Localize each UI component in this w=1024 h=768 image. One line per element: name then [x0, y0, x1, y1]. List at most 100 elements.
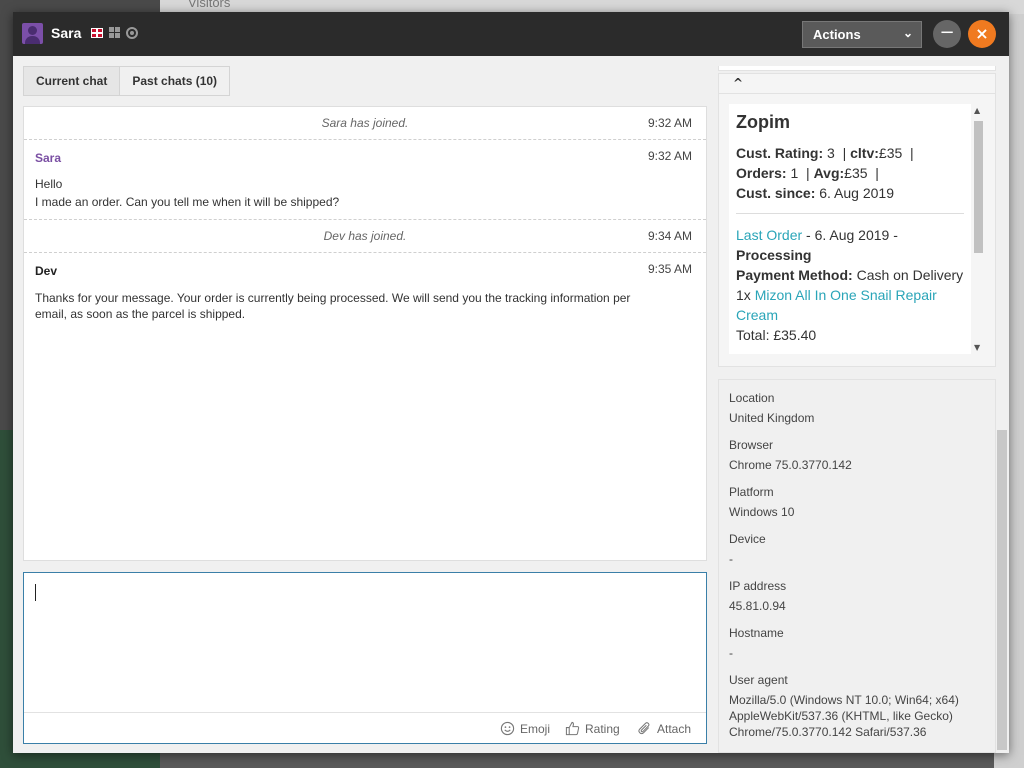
panel-scrollbar[interactable]	[997, 430, 1007, 750]
message-author: Dev	[35, 264, 58, 278]
visitor-info-panel: Location United Kingdom Browser Chrome 7…	[718, 379, 996, 753]
emoji-label: Emoji	[520, 722, 551, 736]
last-order-link[interactable]: Last Order	[736, 227, 802, 243]
chat-dialog: Sara Actions ⌄ − × Current chat Past cha…	[13, 12, 1009, 753]
ip-value: 45.81.0.94	[729, 599, 786, 613]
browser-label: Browser	[729, 438, 774, 452]
close-button[interactable]: ×	[968, 20, 996, 48]
user-agent-field: User agent Mozilla/5.0 (Windows NT 10.0;…	[729, 673, 979, 740]
orders-label: Orders:	[736, 165, 787, 181]
right-panel-top	[718, 66, 996, 71]
message-text: Thanks for your message. Your order is c…	[35, 291, 631, 321]
avg-label: Avg:	[813, 165, 845, 181]
browser-field: Browser Chrome 75.0.3770.142	[729, 438, 852, 473]
message-time: 9:34 AM	[647, 229, 692, 243]
zopim-scrollbar[interactable]: ▲ ▼	[971, 104, 985, 354]
order-status-value: Processing	[736, 247, 812, 263]
payment-value: Cash on Delivery	[856, 267, 964, 283]
emoji-button[interactable]: Emoji	[500, 721, 550, 736]
chevron-up-icon[interactable]: ^	[733, 76, 743, 90]
avatar	[22, 23, 43, 44]
chat-tabs: Current chat Past chats (10)	[23, 66, 231, 96]
smiley-icon	[500, 721, 515, 736]
ip-label: IP address	[729, 579, 787, 593]
cltv-label: cltv:	[850, 145, 879, 161]
device-value: -	[729, 552, 733, 566]
scroll-up-icon[interactable]: ▲	[974, 106, 980, 115]
cust-rating-value: 3	[827, 145, 835, 161]
location-value: United Kingdom	[729, 411, 815, 425]
composer-toolbar: Emoji Rating Attach	[24, 712, 706, 743]
message-time: 9:32 AM	[647, 149, 692, 163]
agent-message: Dev 9:35 AM Thanks for your message. You…	[24, 253, 706, 330]
chevron-down-icon: ⌄	[902, 26, 913, 40]
cust-since-value: 6. Aug 2019	[819, 185, 894, 201]
zopim-content: Zopim Cust. Rating: 3 | cltv:£35 | Order…	[736, 112, 966, 345]
system-message: Sara has joined. 9:32 AM	[24, 107, 706, 140]
system-text: Dev has joined.	[323, 229, 407, 243]
tab-current-chat[interactable]: Current chat	[23, 66, 121, 96]
last-order-line: Last Order - 6. Aug 2019 -	[736, 225, 966, 245]
message-time: 9:35 AM	[647, 262, 692, 276]
device-label: Device	[729, 532, 766, 546]
cust-since-label: Cust. since:	[736, 185, 816, 201]
product-link[interactable]: Mizon All In One Snail Repair Cream	[736, 287, 937, 323]
rating-button[interactable]: Rating	[565, 721, 620, 736]
platform-value: Windows 10	[729, 505, 795, 519]
paperclip-icon	[638, 722, 650, 735]
background-title: Visitors	[188, 0, 231, 10]
text-caret	[35, 584, 36, 601]
zopim-title: Zopim	[736, 112, 790, 132]
actions-dropdown[interactable]: Actions ⌄	[802, 21, 922, 48]
system-message: Dev has joined. 9:34 AM	[24, 220, 706, 253]
hostname-value: -	[729, 646, 733, 660]
attach-button[interactable]: Attach	[637, 721, 691, 736]
hostname-label: Hostname	[729, 626, 784, 640]
actions-label: Actions	[813, 27, 861, 42]
hostname-field: Hostname -	[729, 626, 784, 661]
visitor-name: Sara	[51, 25, 82, 41]
order-status: Processing	[736, 245, 966, 265]
message-author: Sara	[35, 151, 62, 165]
tab-past-chats[interactable]: Past chats (10)	[120, 66, 231, 96]
item-qty: 1x	[736, 287, 755, 303]
cltv-value: £35	[878, 145, 903, 161]
payment-label: Payment Method:	[736, 267, 853, 283]
zopim-orders-line: Orders: 1 | Avg:£35 |	[736, 165, 879, 181]
user-agent-value: Mozilla/5.0 (Windows NT 10.0; Win64; x64…	[729, 693, 959, 739]
zopim-widget[interactable]: Zopim Cust. Rating: 3 | cltv:£35 | Order…	[729, 104, 985, 354]
uk-flag-icon	[91, 28, 103, 38]
order-item-line: 1x Mizon All In One Snail Repair Cream	[736, 285, 966, 325]
windows-icon	[109, 27, 121, 39]
ip-field: IP address 45.81.0.94	[729, 579, 786, 614]
rating-label: Rating	[585, 722, 620, 736]
last-order-date: - 6. Aug 2019 -	[802, 227, 898, 243]
cust-rating-label: Cust. Rating:	[736, 145, 824, 161]
message-time: 9:32 AM	[647, 116, 692, 130]
zopim-stats-line: Cust. Rating: 3 | cltv:£35 |	[736, 145, 914, 161]
system-text: Sara has joined.	[321, 116, 409, 130]
integration-panel: ^ Zopim Cust. Rating: 3 | cltv:£35 | Ord…	[718, 73, 996, 367]
location-field: Location United Kingdom	[729, 391, 814, 426]
scroll-down-icon[interactable]: ▼	[974, 343, 980, 352]
location-label: Location	[729, 391, 775, 405]
order-total-line: Total: £35.40	[736, 327, 817, 343]
visitor-message: Sara 9:32 AM Hello I made an order. Can …	[24, 140, 706, 220]
message-line: Hello	[35, 177, 63, 191]
scroll-thumb[interactable]	[974, 121, 983, 253]
minimize-button[interactable]: −	[933, 20, 961, 48]
dialog-titlebar: Sara Actions ⌄ − ×	[13, 12, 1009, 56]
attach-label: Attach	[657, 722, 692, 736]
message-composer[interactable]: Emoji Rating Attach	[23, 572, 707, 744]
chrome-icon	[126, 27, 138, 39]
browser-value: Chrome 75.0.3770.142	[729, 458, 852, 472]
avg-value: £35	[844, 165, 868, 181]
thumbs-up-icon	[565, 721, 580, 736]
zopim-since-line: Cust. since: 6. Aug 2019	[736, 183, 966, 203]
device-field: Device -	[729, 532, 766, 567]
chat-log[interactable]: Sara has joined. 9:32 AM Sara 9:32 AM He…	[23, 106, 707, 561]
platform-field: Platform Windows 10	[729, 485, 794, 520]
user-agent-label: User agent	[729, 673, 788, 687]
platform-label: Platform	[729, 485, 774, 499]
message-line: I made an order. Can you tell me when it…	[35, 195, 340, 209]
